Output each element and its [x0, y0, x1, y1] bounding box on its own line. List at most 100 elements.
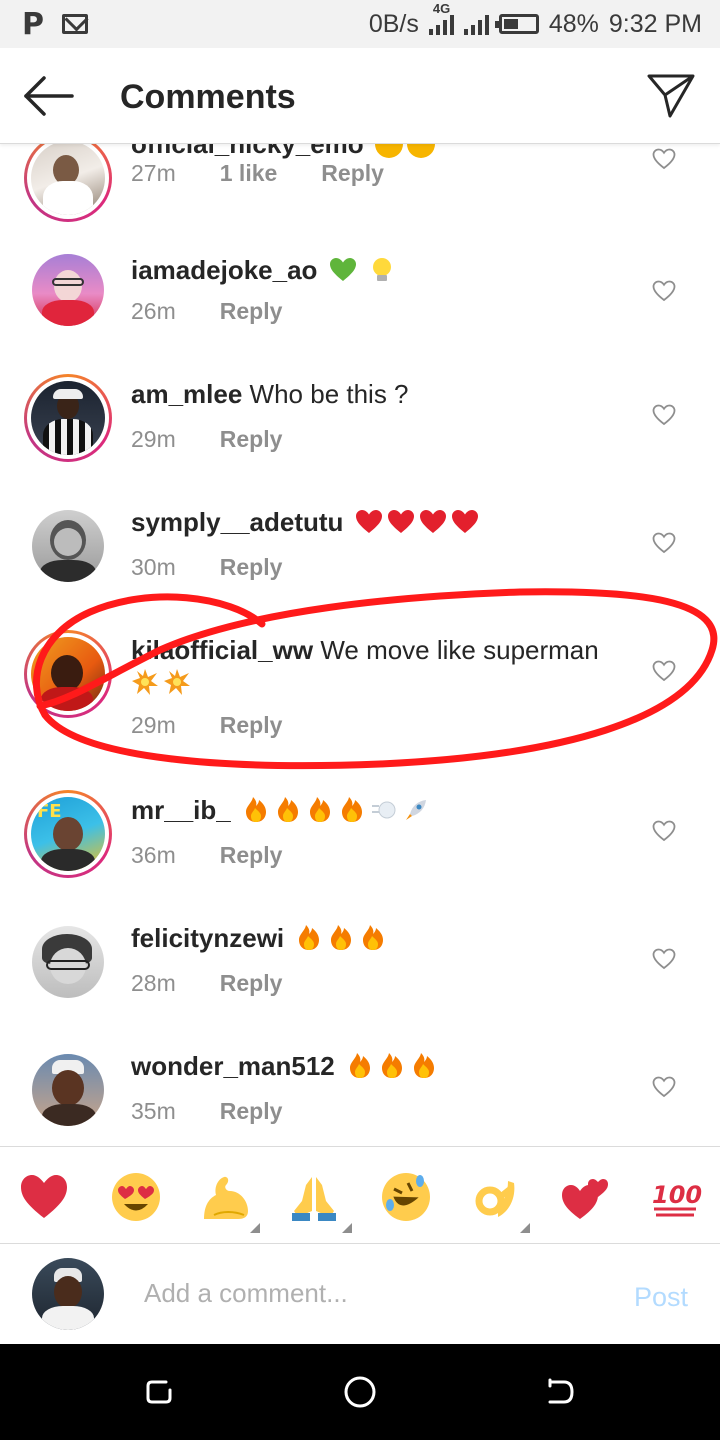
- collision-emoji: [132, 669, 158, 695]
- reply-button[interactable]: Reply: [220, 426, 283, 453]
- reply-button[interactable]: Reply: [220, 712, 283, 739]
- signal-2-icon: [463, 13, 489, 35]
- like-heart-icon[interactable]: [652, 820, 676, 842]
- light-bulb-emoji: [372, 258, 391, 281]
- ok-hand-reaction[interactable]: [470, 1171, 522, 1223]
- fire-emoji: [309, 797, 330, 822]
- reply-button[interactable]: Reply: [220, 1098, 283, 1125]
- comment-body: We move like superman: [320, 635, 599, 665]
- rocket-emoji: [405, 800, 426, 820]
- comment-item: symply__adetutu 30m Reply: [0, 502, 720, 630]
- likes-count[interactable]: 1 like: [220, 160, 278, 187]
- comment-time: 26m: [131, 298, 176, 324]
- avatar-ring[interactable]: [32, 1054, 104, 1126]
- avatar-ring[interactable]: [32, 510, 104, 582]
- reply-button[interactable]: Reply: [321, 160, 384, 187]
- red-heart-emoji: [419, 510, 446, 533]
- red-heart-emoji: [451, 510, 478, 533]
- comment-text: mr__ib_: [131, 794, 631, 826]
- red-heart-emoji: [387, 510, 414, 533]
- avatar-story-ring[interactable]: [24, 630, 112, 718]
- rofl-reaction[interactable]: [380, 1171, 432, 1223]
- like-heart-icon[interactable]: [652, 1076, 676, 1098]
- network-speed: 0B/s: [368, 9, 419, 38]
- avatar-story-ring[interactable]: [24, 374, 112, 462]
- comment-username[interactable]: mr__ib_: [131, 795, 231, 825]
- paper-plane-icon[interactable]: [646, 70, 696, 120]
- fire-emoji: [363, 925, 384, 950]
- comment-username[interactable]: am_mlee: [131, 379, 242, 409]
- comment-username[interactable]: felicitynzewi: [131, 923, 284, 953]
- comment-time: 30m: [131, 554, 176, 580]
- arrow-left-icon[interactable]: [22, 74, 74, 118]
- reply-button[interactable]: Reply: [220, 842, 283, 869]
- comment-item: am_mlee Who be this ? 29m Reply: [0, 374, 720, 502]
- comment-list[interactable]: official_nicky_emo 27m 1 like Reply iama…: [0, 144, 720, 1146]
- avatar: [31, 144, 105, 215]
- comment-meta: 30m Reply: [131, 554, 282, 581]
- red-heart-reaction[interactable]: [18, 1171, 70, 1223]
- green-heart-emoji: [329, 258, 356, 281]
- comment-time: 28m: [131, 970, 176, 996]
- like-heart-icon[interactable]: [652, 280, 676, 302]
- avatar-ring[interactable]: [32, 254, 104, 326]
- reply-button[interactable]: Reply: [220, 554, 283, 581]
- comment-meta: 26m Reply: [131, 298, 282, 325]
- flexed-biceps-reaction[interactable]: [200, 1171, 252, 1223]
- system-nav-bar: [0, 1344, 720, 1440]
- like-heart-icon[interactable]: [652, 404, 676, 426]
- battery-percent: 48%: [548, 9, 599, 38]
- comment-text: kilaofficial_ww We move like superman: [131, 634, 631, 698]
- back-icon[interactable]: [542, 1374, 578, 1410]
- post-button[interactable]: Post: [634, 1282, 688, 1313]
- comment-input[interactable]: [144, 1278, 584, 1309]
- page-title: Comments: [120, 78, 296, 116]
- reply-button[interactable]: Reply: [220, 298, 283, 325]
- avatar: [31, 637, 105, 711]
- clock: 9:32 PM: [608, 9, 702, 38]
- comment-meta: 27m 1 like Reply: [131, 160, 384, 187]
- comment-time: 27m: [131, 160, 176, 186]
- comment-username[interactable]: wonder_man512: [131, 1051, 335, 1081]
- comment-item: wonder_man512 35m Reply: [0, 1046, 720, 1146]
- fire-emoji: [277, 797, 298, 822]
- avatar: [32, 926, 104, 998]
- folded-hands-reaction[interactable]: [288, 1171, 340, 1223]
- comment-meta: 29m Reply: [131, 712, 282, 739]
- reply-button[interactable]: Reply: [220, 970, 283, 997]
- like-heart-icon[interactable]: [652, 660, 676, 682]
- dash-emoji: [371, 801, 396, 819]
- heart-eyes-reaction[interactable]: [110, 1171, 162, 1223]
- fire-emoji: [413, 1053, 434, 1078]
- avatar-story-ring[interactable]: [24, 144, 112, 222]
- like-heart-icon[interactable]: [652, 148, 676, 170]
- collision-emoji: [164, 669, 190, 695]
- like-heart-icon[interactable]: [652, 532, 676, 554]
- home-icon[interactable]: [342, 1374, 378, 1410]
- red-heart-emoji: [355, 510, 382, 533]
- comments-header: Comments: [0, 48, 720, 144]
- skin-tone-indicator: [250, 1223, 260, 1233]
- comment-item: official_nicky_emo 27m 1 like Reply: [0, 144, 720, 262]
- comment-username[interactable]: kilaofficial_ww: [131, 635, 313, 665]
- hundred-points-reaction[interactable]: 100: [650, 1171, 702, 1223]
- comment-meta: 35m Reply: [131, 1098, 282, 1125]
- current-user-avatar: [32, 1258, 104, 1330]
- comment-username[interactable]: symply__adetutu: [131, 507, 343, 537]
- network-type-icon: 4G: [428, 1, 454, 35]
- skin-tone-indicator: [342, 1223, 352, 1233]
- comment-username[interactable]: iamadejoke_ao: [131, 255, 317, 285]
- svg-text:100: 100: [652, 1181, 702, 1209]
- comment-username[interactable]: official_nicky_emo: [131, 144, 364, 159]
- status-bar: P 0B/s 4G 48% 9:32 PM: [0, 0, 720, 48]
- avatar-ring[interactable]: [32, 926, 104, 998]
- two-hearts-reaction[interactable]: [560, 1171, 612, 1223]
- comment-composer: Post: [0, 1244, 720, 1344]
- quick-reaction-bar: 100: [0, 1146, 720, 1244]
- comment-text: official_nicky_emo: [131, 144, 631, 160]
- comment-time: 29m: [131, 426, 176, 452]
- recent-apps-icon[interactable]: [142, 1374, 178, 1410]
- avatar-story-ring[interactable]: FE: [24, 790, 112, 878]
- comment-item: FE mr__ib_ 36m Reply: [0, 790, 720, 918]
- like-heart-icon[interactable]: [652, 948, 676, 970]
